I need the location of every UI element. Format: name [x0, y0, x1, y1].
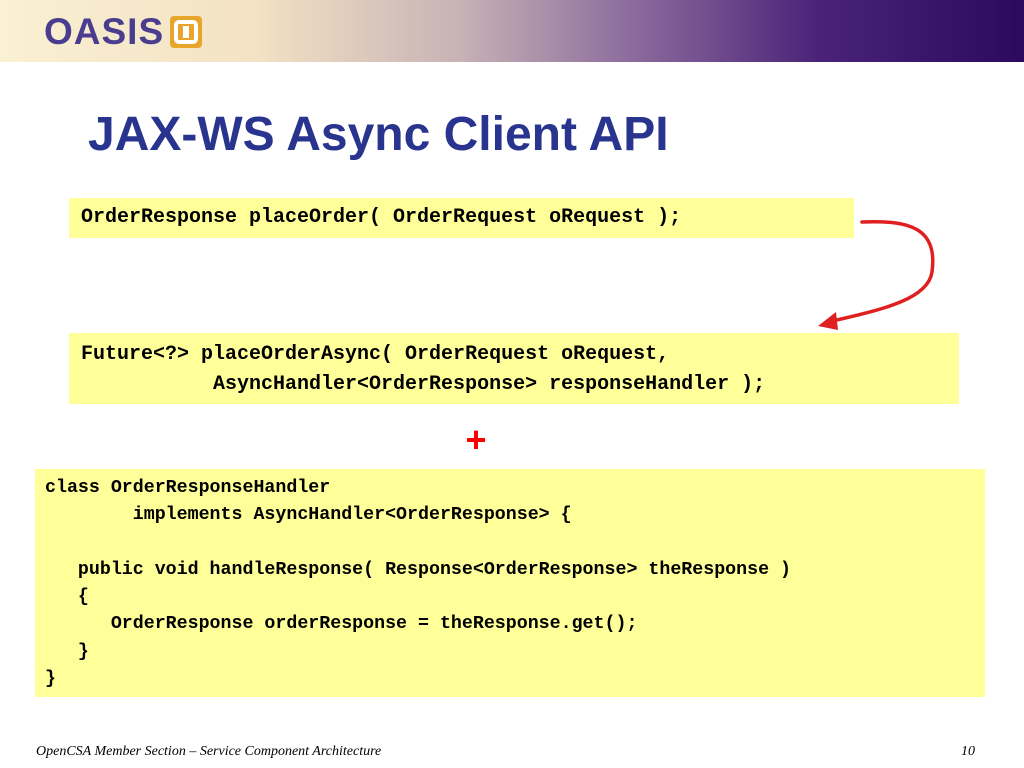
code-line: AsyncHandler<OrderResponse> responseHand… [81, 373, 766, 396]
plus-sign: + [465, 419, 487, 460]
code-line: implements AsyncHandler<OrderResponse> { [45, 505, 572, 526]
async-signature-box: Future<?> placeOrderAsync( OrderRequest … [69, 333, 959, 404]
curved-arrow-icon [818, 219, 935, 330]
oasis-mark-icon [170, 16, 203, 48]
code-line: } [45, 669, 56, 690]
handler-code-box: class OrderResponseHandler implements As… [35, 469, 985, 697]
code-line: public void handleResponse( Response<Ord… [45, 559, 791, 580]
code-line: } [45, 641, 89, 662]
code-line: Future<?> placeOrderAsync( OrderRequest … [81, 343, 670, 366]
slide-title: JAX-WS Async Client API [88, 108, 669, 161]
footer-text: OpenCSA Member Section – Service Compone… [36, 744, 382, 759]
logo-text: OASIS [44, 11, 165, 52]
sync-signature-box: OrderResponse placeOrder( OrderRequest o… [69, 198, 854, 238]
code-line: OrderResponse orderResponse = theRespons… [45, 614, 638, 635]
page-number: 10 [961, 744, 975, 759]
code-line: class OrderResponseHandler [45, 478, 331, 498]
code-line: { [45, 587, 89, 608]
oasis-logo: OASIS [44, 11, 203, 52]
